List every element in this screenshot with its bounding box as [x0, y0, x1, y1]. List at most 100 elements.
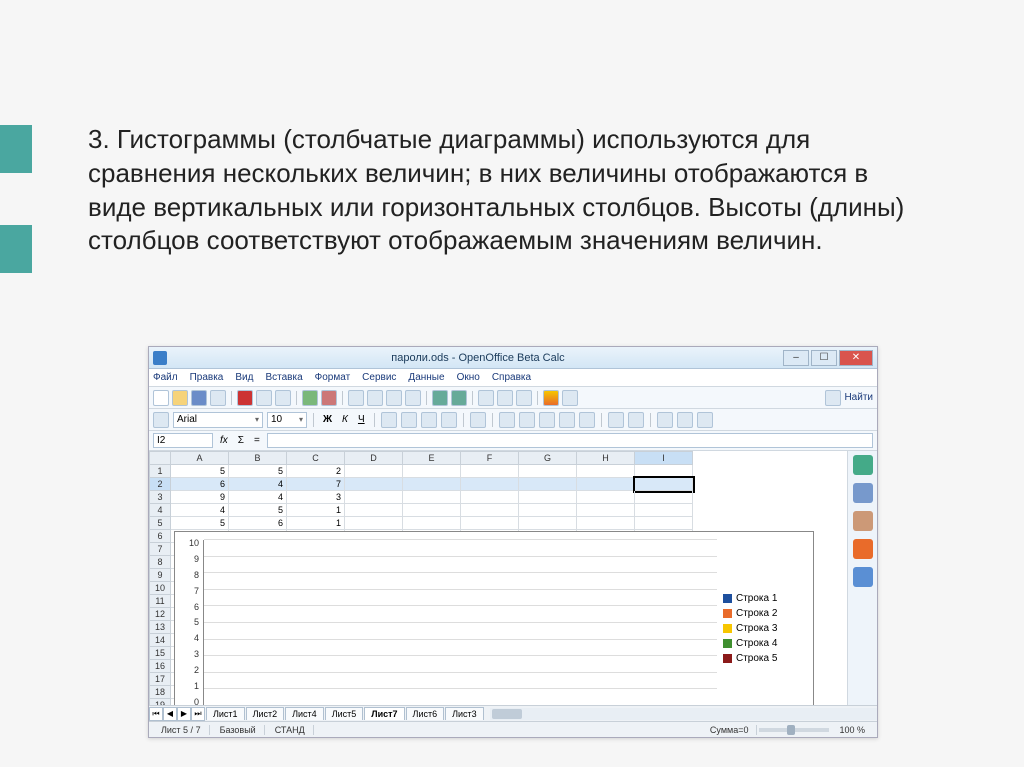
undo-icon[interactable]: [432, 390, 448, 406]
paste-icon[interactable]: [386, 390, 402, 406]
row-header[interactable]: 7: [149, 543, 171, 556]
column-header[interactable]: B: [229, 451, 287, 465]
paintbrush-icon[interactable]: [405, 390, 421, 406]
maximize-button[interactable]: ☐: [811, 350, 837, 366]
italic-button[interactable]: К: [339, 414, 351, 425]
equals-button[interactable]: =: [251, 435, 263, 446]
embedded-chart[interactable]: 012345678910 123 Строка 1Строка 2Строка …: [174, 531, 814, 705]
cell[interactable]: [345, 491, 403, 504]
name-box[interactable]: I2: [153, 433, 213, 448]
hyperlink-icon[interactable]: [478, 390, 494, 406]
cell[interactable]: 5: [229, 465, 287, 478]
zoom-slider[interactable]: [759, 728, 829, 732]
row-header[interactable]: 19: [149, 699, 171, 705]
cell[interactable]: [345, 478, 403, 491]
gallery-icon[interactable]: [853, 511, 873, 531]
cell[interactable]: 5: [171, 465, 229, 478]
column-header[interactable]: H: [577, 451, 635, 465]
row-header[interactable]: 1: [149, 465, 171, 478]
preview-icon[interactable]: [275, 390, 291, 406]
cut-icon[interactable]: [348, 390, 364, 406]
fontcolor-icon[interactable]: [697, 412, 713, 428]
align-justify-icon[interactable]: [441, 412, 457, 428]
dec-dec-icon[interactable]: [579, 412, 595, 428]
menu-insert[interactable]: Вставка: [265, 372, 302, 383]
cell[interactable]: 9: [171, 491, 229, 504]
number-icon[interactable]: [539, 412, 555, 428]
scrollbar-thumb[interactable]: [492, 709, 522, 719]
autocheck-icon[interactable]: [321, 390, 337, 406]
pdf-icon[interactable]: [237, 390, 253, 406]
menu-file[interactable]: Файл: [153, 372, 178, 383]
sort-desc-icon[interactable]: [516, 390, 532, 406]
cell[interactable]: 4: [229, 478, 287, 491]
cell[interactable]: [577, 478, 635, 491]
column-header[interactable]: G: [519, 451, 577, 465]
cell[interactable]: [345, 465, 403, 478]
sheet-tab[interactable]: Лист6: [406, 707, 445, 720]
cell[interactable]: 5: [171, 517, 229, 530]
select-all-corner[interactable]: [149, 451, 171, 465]
cell[interactable]: [461, 465, 519, 478]
font-name-combo[interactable]: Arial▾: [173, 412, 263, 428]
menu-window[interactable]: Окно: [457, 372, 480, 383]
horizontal-scrollbar[interactable]: [490, 708, 877, 720]
cell[interactable]: [519, 517, 577, 530]
properties-icon[interactable]: [853, 455, 873, 475]
row-header[interactable]: 9: [149, 569, 171, 582]
cell[interactable]: [461, 478, 519, 491]
formula-input[interactable]: [267, 433, 873, 448]
styles-icon[interactable]: [153, 412, 169, 428]
cell[interactable]: [635, 517, 693, 530]
styles-icon[interactable]: [853, 483, 873, 503]
row-header[interactable]: 5: [149, 517, 171, 530]
cell[interactable]: [577, 517, 635, 530]
merge-icon[interactable]: [470, 412, 486, 428]
currency-icon[interactable]: [499, 412, 515, 428]
cell[interactable]: 1: [287, 504, 345, 517]
dec-inc-icon[interactable]: [559, 412, 575, 428]
cell[interactable]: 4: [171, 504, 229, 517]
menu-view[interactable]: Вид: [235, 372, 253, 383]
functions-icon[interactable]: [853, 567, 873, 587]
close-button[interactable]: ✕: [839, 350, 873, 366]
row-header[interactable]: 18: [149, 686, 171, 699]
borders-icon[interactable]: [657, 412, 673, 428]
navigator-icon[interactable]: [562, 390, 578, 406]
new-icon[interactable]: [153, 390, 169, 406]
menu-tools[interactable]: Сервис: [362, 372, 396, 383]
underline-button[interactable]: Ч: [355, 414, 368, 425]
sheet-tab[interactable]: Лист3: [445, 707, 484, 720]
cell[interactable]: [403, 517, 461, 530]
cell[interactable]: [403, 504, 461, 517]
cell[interactable]: [635, 478, 693, 491]
cell[interactable]: [577, 465, 635, 478]
sheet-tab[interactable]: Лист5: [325, 707, 364, 720]
row-header[interactable]: 4: [149, 504, 171, 517]
cell[interactable]: 6: [171, 478, 229, 491]
cell[interactable]: [519, 465, 577, 478]
cell[interactable]: [519, 504, 577, 517]
cell[interactable]: [345, 504, 403, 517]
row-header[interactable]: 15: [149, 647, 171, 660]
cell[interactable]: 7: [287, 478, 345, 491]
bold-button[interactable]: Ж: [320, 414, 335, 425]
menu-data[interactable]: Данные: [408, 372, 444, 383]
cell[interactable]: [577, 504, 635, 517]
cell[interactable]: 4: [229, 491, 287, 504]
indent-dec-icon[interactable]: [608, 412, 624, 428]
cell[interactable]: [577, 491, 635, 504]
cell[interactable]: [635, 491, 693, 504]
row-header[interactable]: 10: [149, 582, 171, 595]
menu-edit[interactable]: Правка: [190, 372, 224, 383]
chart-icon[interactable]: [543, 390, 559, 406]
cell[interactable]: 3: [287, 491, 345, 504]
sheet-tab[interactable]: Лист2: [246, 707, 285, 720]
spellcheck-icon[interactable]: [302, 390, 318, 406]
row-header[interactable]: 12: [149, 608, 171, 621]
tab-next-button[interactable]: ▶: [177, 707, 191, 721]
cell[interactable]: [461, 491, 519, 504]
row-header[interactable]: 2: [149, 478, 171, 491]
cell[interactable]: [403, 491, 461, 504]
row-header[interactable]: 6: [149, 530, 171, 543]
